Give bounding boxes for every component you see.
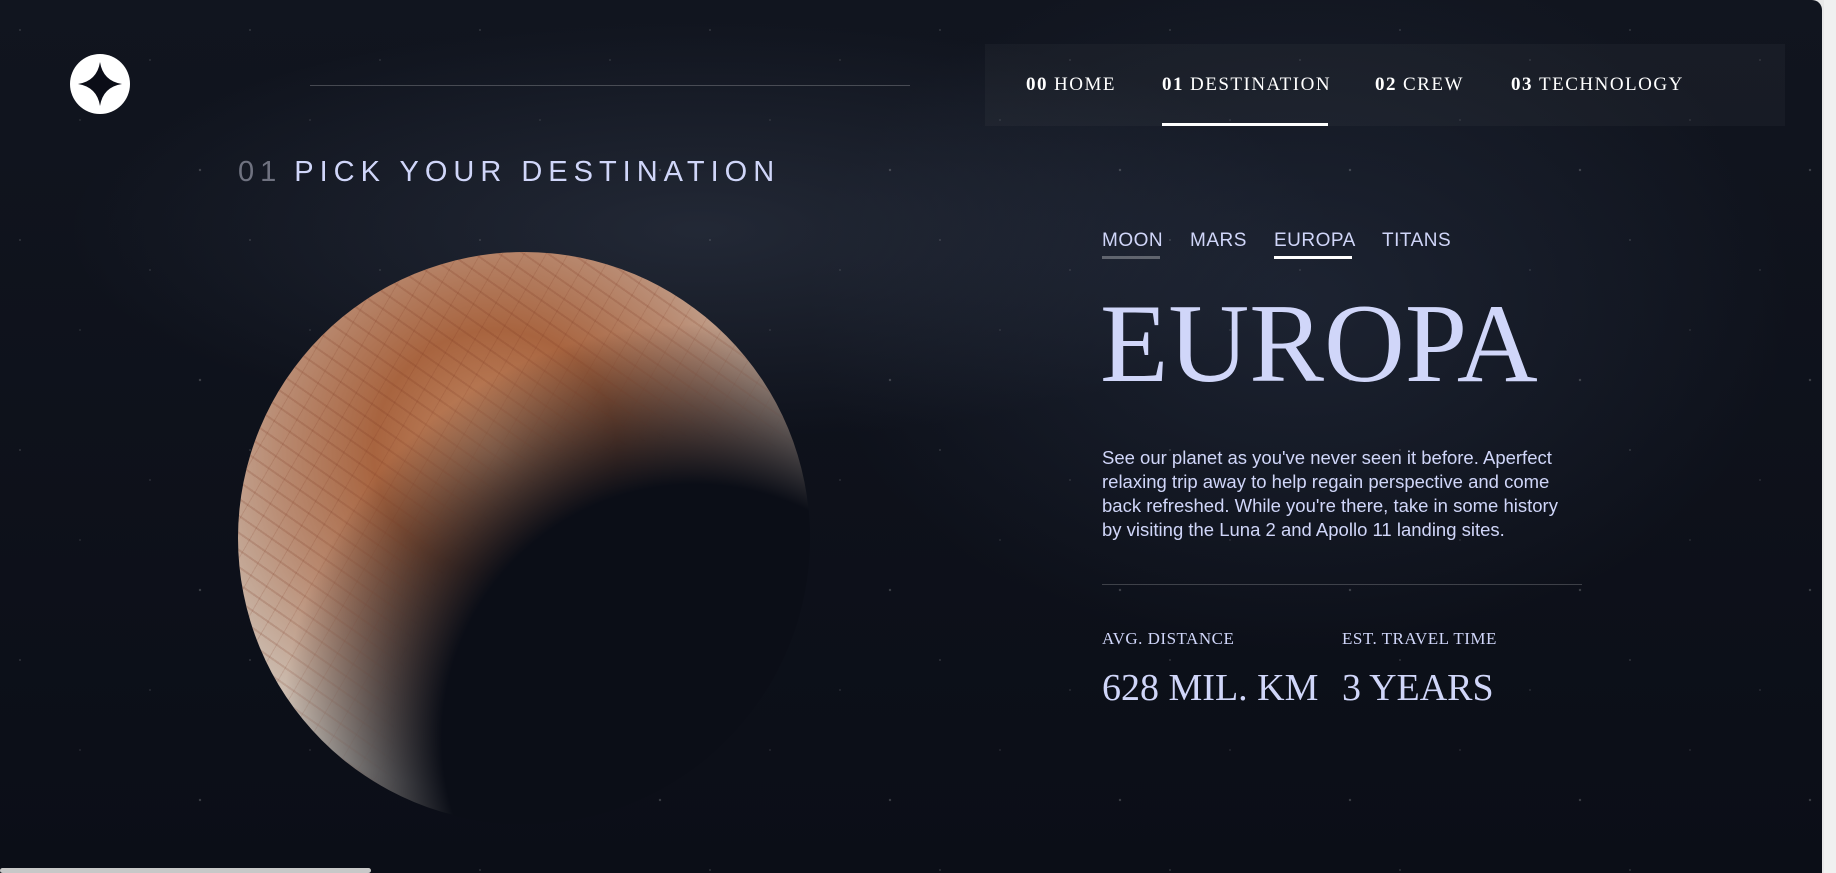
nav-num: 00 — [1026, 74, 1048, 95]
nav-technology[interactable]: 03 TECHNOLOGY — [1511, 74, 1684, 96]
destination-name: EUROPA — [1100, 282, 1538, 406]
tab-moon[interactable]: MOON — [1102, 230, 1163, 252]
heading-text: PICK YOUR DESTINATION — [294, 156, 781, 188]
nav-label: HOME — [1054, 74, 1116, 95]
logo-star-icon[interactable] — [70, 54, 130, 114]
horizontal-scrollbar[interactable] — [0, 868, 371, 873]
destination-page: 00 HOME 01 DESTINATION 02 CREW 03 TECHNOLOGY… — [0, 0, 1822, 873]
travel-time-value: 3 YEARS — [1342, 667, 1494, 709]
nav-home[interactable]: 00 HOME — [1026, 74, 1116, 96]
header-divider — [310, 85, 910, 86]
distance-value: 628 MIL. KM — [1102, 667, 1319, 709]
tab-active-indicator — [1274, 256, 1352, 259]
stats-divider — [1102, 584, 1582, 585]
destination-description: See our planet as you've never seen it b… — [1102, 447, 1558, 540]
tab-mars[interactable]: MARS — [1190, 230, 1247, 252]
vertical-scrollbar[interactable] — [1824, 0, 1836, 873]
tab-titans[interactable]: TITANS — [1382, 230, 1451, 252]
nav-destination[interactable]: 01 DESTINATION — [1162, 74, 1331, 96]
nav-label: DESTINATION — [1190, 74, 1332, 95]
europa-planet-image — [238, 252, 810, 824]
nav-crew[interactable]: 02 CREW — [1375, 74, 1464, 96]
heading-number: 01 — [238, 156, 283, 188]
tab-europa[interactable]: EUROPA — [1274, 230, 1356, 252]
nav-active-indicator — [1162, 123, 1328, 126]
nav-num: 02 — [1375, 74, 1397, 95]
nav-label: TECHNOLOGY — [1539, 74, 1684, 95]
tab-hover-indicator — [1102, 256, 1160, 259]
distance-label: AVG. DISTANCE — [1102, 629, 1235, 648]
nav-num: 03 — [1511, 74, 1533, 95]
nav-label: CREW — [1403, 74, 1464, 95]
nav-num: 01 — [1162, 74, 1184, 95]
page-heading: 01 PICK YOUR DESTINATION — [238, 156, 780, 189]
travel-time-label: EST. TRAVEL TIME — [1342, 629, 1497, 648]
